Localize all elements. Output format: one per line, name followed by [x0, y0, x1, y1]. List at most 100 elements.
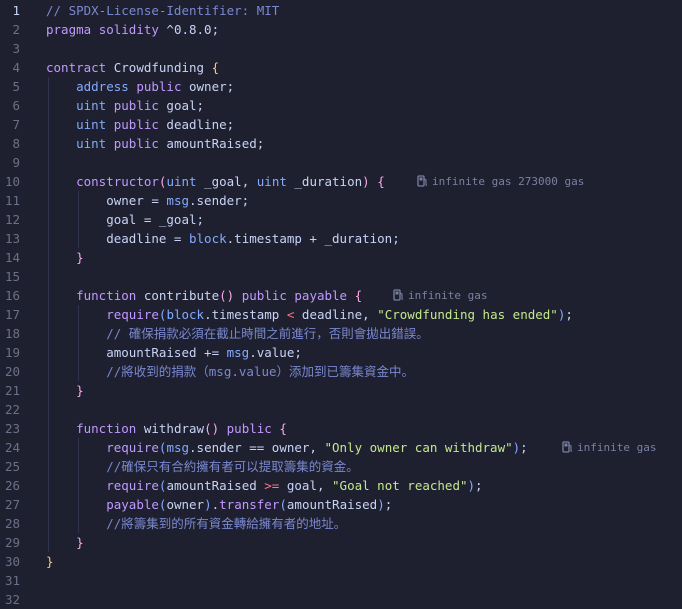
line-number: 27: [4, 497, 20, 512]
code-line[interactable]: 2 pragma solidity ^0.8.0;: [0, 20, 682, 39]
line-number: 7: [12, 117, 20, 132]
code-token: }: [46, 554, 54, 569]
code-line[interactable]: 16 function contribute() public payable …: [0, 286, 682, 305]
code-token: msg: [166, 440, 190, 455]
code-line[interactable]: 31: [0, 571, 682, 590]
code-line[interactable]: 8 uint public amountRaised;: [0, 134, 682, 153]
code-line[interactable]: 13 deadline = block.timestamp + _duratio…: [0, 229, 682, 248]
code-token: deadline =: [46, 231, 189, 246]
code-line[interactable]: 14 }: [0, 248, 682, 267]
code-line[interactable]: 19 amountRaised += msg.value;: [0, 343, 682, 362]
code-line[interactable]: 30}: [0, 552, 682, 571]
code-token: .value;: [249, 345, 302, 360]
line-number: 21: [4, 383, 20, 398]
code-line[interactable]: 32: [0, 590, 682, 609]
code-token: "Only owner can withdraw": [324, 440, 513, 455]
code-token: address: [76, 79, 129, 94]
code-token: // SPDX-License-Identifier: MIT: [46, 3, 280, 18]
code-token: block: [166, 307, 205, 322]
code-text: uint public goal;: [46, 96, 204, 115]
code-token: .sender;: [189, 193, 250, 208]
code-token: deadline,: [294, 307, 378, 322]
code-line[interactable]: 5 address public owner;: [0, 77, 682, 96]
code-token: goal = _goal;: [46, 212, 205, 227]
code-line[interactable]: 7 uint public deadline;: [0, 115, 682, 134]
code-token: {: [279, 421, 287, 436]
code-line[interactable]: 27 payable(owner).transfer(amountRaised)…: [0, 495, 682, 514]
code-line[interactable]: 22: [0, 400, 682, 419]
code-token: .timestamp: [204, 307, 287, 322]
code-text: amountRaised += msg.value;: [46, 343, 302, 362]
code-line[interactable]: 12 goal = _goal;: [0, 210, 682, 229]
code-token: (): [204, 421, 220, 436]
code-token: function: [76, 288, 137, 303]
code-line[interactable]: 3: [0, 39, 682, 58]
code-line[interactable]: 1 // SPDX-License-Identifier: MIT: [0, 1, 682, 20]
code-token: deadline;: [158, 117, 235, 132]
code-text: payable(owner).transfer(amountRaised);: [46, 495, 392, 514]
code-token: }: [76, 383, 84, 398]
code-line[interactable]: 11 owner = msg.sender;: [0, 191, 682, 210]
code-text: }: [46, 533, 84, 552]
code-line[interactable]: 18 // 確保捐款必須在截止時間之前進行，否則會拋出錯誤。: [0, 324, 682, 343]
line-number: 24: [4, 440, 20, 455]
code-text: // SPDX-License-Identifier: MIT: [46, 1, 279, 20]
code-token: ;: [384, 497, 393, 512]
code-editor[interactable]: 1 // SPDX-License-Identifier: MIT 2 pragma …: [0, 0, 682, 607]
code-token: ;: [565, 307, 573, 322]
code-token: uint: [76, 136, 107, 151]
code-line[interactable]: 21 }: [0, 381, 682, 400]
code-line[interactable]: 25 //確保只有合約擁有者可以提取籌集的資金。: [0, 457, 682, 476]
code-line[interactable]: 15: [0, 267, 682, 286]
code-token: _duration: [286, 174, 363, 189]
code-token: _goal,: [196, 174, 257, 189]
code-line[interactable]: 6 uint public goal;: [0, 96, 682, 115]
line-number: 25: [4, 459, 20, 474]
code-line[interactable]: 29 }: [0, 533, 682, 552]
gas-pump-icon: [393, 289, 408, 302]
gas-estimate-hint[interactable]: infinite gas 273000 gas: [417, 175, 584, 188]
code-token: public: [113, 98, 159, 113]
gas-estimate-hint[interactable]: infinite gas: [562, 441, 656, 454]
code-line[interactable]: 9: [0, 153, 682, 172]
code-line[interactable]: 17 require(block.timestamp < deadline, "…: [0, 305, 682, 324]
gas-estimate-hint[interactable]: infinite gas: [393, 289, 487, 302]
code-text: }: [46, 552, 54, 571]
code-token: ): [362, 174, 370, 189]
code-token: uint: [76, 98, 107, 113]
code-text: uint public amountRaised;: [46, 134, 264, 153]
code-line[interactable]: 23 function withdraw() public {: [0, 419, 682, 438]
line-number: 4: [12, 60, 20, 75]
code-token: ): [377, 497, 385, 512]
code-text: //將收到的捐款（msg.value）添加到已籌集資金中。: [46, 362, 414, 381]
code-line[interactable]: 4 contract Crowdfunding {: [0, 58, 682, 77]
code-token: owner;: [181, 79, 235, 94]
gas-hint-text: infinite gas: [577, 441, 657, 454]
code-token: //將籌集到的所有資金轉給擁有者的地址。: [106, 516, 347, 531]
code-token: amountRaised: [166, 478, 265, 493]
code-line[interactable]: 20 //將收到的捐款（msg.value）添加到已籌集資金中。: [0, 362, 682, 381]
line-number: 2: [12, 22, 20, 37]
code-token: payable: [106, 497, 159, 512]
code-line[interactable]: 28 //將籌集到的所有資金轉給擁有者的地址。: [0, 514, 682, 533]
code-text: deadline = block.timestamp + _duration;: [46, 229, 400, 248]
code-text: require(amountRaised >= goal, "Goal not …: [46, 476, 482, 495]
line-number: 5: [12, 79, 20, 94]
code-line[interactable]: 26 require(amountRaised >= goal, "Goal n…: [0, 476, 682, 495]
line-number: 22: [4, 402, 20, 417]
code-text: address public owner;: [46, 77, 234, 96]
